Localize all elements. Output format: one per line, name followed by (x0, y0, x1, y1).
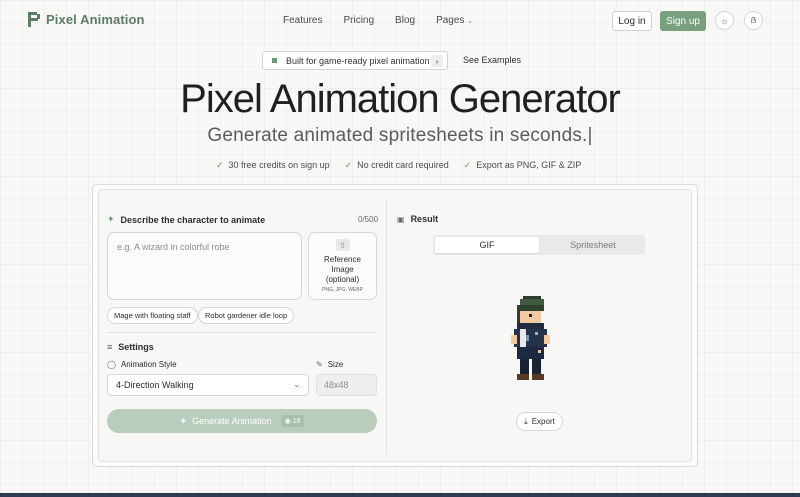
check-icon: ✓ (344, 160, 353, 170)
badge-square-icon (272, 58, 277, 63)
describe-heading: ✦ Describe the character to animate (107, 214, 265, 225)
page-subtitle: Generate animated spritesheets in second… (207, 125, 593, 146)
check-icon: ✓ (216, 160, 224, 170)
theme-toggle-button[interactable]: ☼ (715, 11, 734, 30)
brand-logo[interactable]: Pixel Animation (28, 12, 145, 27)
export-button[interactable]: ⤓ Export (516, 412, 563, 431)
image-icon: ▣ (397, 214, 405, 224)
check-item: ✓ No credit card required (345, 160, 449, 171)
nav-link-pricing[interactable]: Pricing (343, 15, 374, 26)
description-placeholder: e.g. A wizard in colorful robe (117, 242, 230, 252)
announcement-badge[interactable]: Built for game-ready pixel animation › (262, 51, 448, 70)
reference-label-line1: Reference (324, 255, 361, 264)
badge-text: Built for game-ready pixel animation (286, 55, 430, 66)
nav-link-features[interactable]: Features (283, 15, 322, 26)
check-item-label: No credit card required (357, 160, 449, 170)
check-item: ✓ Export as PNG, GIF & ZIP (464, 160, 582, 171)
tab-spritesheet[interactable]: Spritesheet (541, 235, 645, 255)
animation-style-label-text: Animation Style (120, 360, 177, 369)
nav-link-blog[interactable]: Blog (395, 15, 415, 26)
check-icon: ✓ (463, 160, 472, 170)
signup-button[interactable]: Sign up (660, 11, 706, 31)
upload-icon: ⇧ (335, 239, 350, 251)
char-counter: 0/500 (358, 215, 379, 224)
login-button[interactable]: Log in (612, 11, 652, 31)
example-chip[interactable]: Robot gardener idle loop (198, 307, 295, 324)
check-item: ✓ 30 free credits on sign up (216, 160, 330, 171)
result-tabs: GIF Spritesheet (433, 235, 645, 255)
size-value: 48x48 (324, 380, 349, 390)
divider (107, 332, 377, 333)
top-nav: Pixel Animation Features Pricing Blog Pa… (0, 0, 800, 42)
settings-heading: ≡ Settings (107, 342, 154, 352)
size-field: 48x48 (316, 374, 377, 396)
credit-cost-badge: ◉ 16 (280, 415, 305, 427)
translate-icon: ẞ (750, 16, 757, 25)
sparkle-icon: ✦ (107, 214, 115, 224)
nav-link-pages[interactable]: Pages ⌄ (436, 15, 473, 26)
bottom-strip (0, 493, 800, 497)
credit-cost-value: 16 (292, 418, 301, 425)
feature-checks: ✓ 30 free credits on sign up ✓ No credit c… (216, 160, 581, 171)
pixel-character-preview (511, 296, 550, 380)
reference-label-line2: Image (331, 265, 354, 274)
export-button-label: Export (531, 417, 555, 426)
reference-label-line3: (optional) (325, 275, 360, 284)
result-heading: ▣ Result (397, 214, 438, 224)
sliders-icon: ≡ (107, 342, 113, 352)
check-item-label: Export as PNG, GIF & ZIP (476, 160, 582, 170)
settings-heading-label: Settings (118, 342, 154, 352)
animation-style-label: ◯ Animation Style (107, 360, 177, 369)
see-examples-link[interactable]: See Examples (463, 55, 521, 65)
page-title: Pixel Animation Generator (180, 77, 621, 121)
example-chip[interactable]: Mage with floating staff (107, 307, 198, 324)
nav-links: Features Pricing Blog Pages ⌄ (283, 15, 473, 26)
coin-icon: ◉ (284, 418, 291, 425)
download-icon: ⤓ (524, 416, 528, 426)
check-item-label: 30 free credits on sign up (228, 160, 330, 170)
generate-button[interactable]: ✦ Generate Animation ◉ 16 (107, 409, 377, 433)
description-input[interactable]: e.g. A wizard in colorful robe (107, 232, 302, 300)
describe-heading-label: Describe the character to animate (120, 214, 266, 225)
edit-icon: ✎ (316, 360, 323, 369)
reference-formats: PNG, JPG, WEBP (322, 287, 363, 293)
brand-name: Pixel Animation (46, 12, 145, 27)
reference-image-upload[interactable]: ⇧ Reference Image (optional) PNG, JPG, W… (308, 232, 377, 300)
nav-link-pages-label: Pages (436, 15, 465, 26)
size-label-text: Size (327, 360, 344, 369)
chevron-down-icon: ⌄ (467, 18, 474, 25)
chevron-down-icon: ⌄ (293, 380, 300, 389)
size-label: ✎ Size (316, 360, 343, 369)
animation-style-value: 4-Direction Walking (116, 380, 194, 390)
palette-icon: ◯ (107, 360, 116, 369)
result-heading-label: Result (410, 214, 439, 224)
chevron-right-icon: › (431, 55, 443, 67)
divider (386, 200, 387, 454)
sparkle-icon: ✦ (179, 415, 188, 426)
tab-gif[interactable]: GIF (435, 237, 539, 253)
animation-style-select[interactable]: 4-Direction Walking ⌄ (107, 374, 309, 396)
sun-icon: ☼ (720, 15, 729, 26)
generate-button-label: Generate Animation (192, 416, 272, 426)
logo-icon (28, 12, 40, 27)
language-button[interactable]: ẞ (744, 11, 763, 30)
